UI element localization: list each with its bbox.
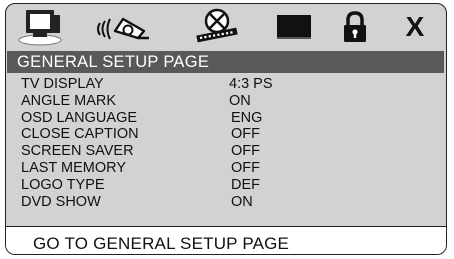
- setting-value: DEF: [231, 176, 260, 193]
- setting-label: OSD LANGUAGE: [21, 109, 138, 126]
- setting-label: SCREEN SAVER: [21, 143, 134, 160]
- general-setup-icon[interactable]: [18, 8, 68, 46]
- setting-label: CLOSE CAPTION: [21, 126, 139, 143]
- page-title: GENERAL SETUP PAGE: [7, 51, 444, 73]
- audio-setup-icon[interactable]: [94, 8, 154, 46]
- help-footer: GO TO GENERAL SETUP PAGE: [6, 226, 446, 254]
- setting-label: ANGLE MARK: [21, 92, 117, 109]
- exit-icon[interactable]: X: [400, 8, 430, 46]
- exit-label: X: [405, 11, 425, 42]
- setting-value: 4:3 PS: [229, 76, 273, 92]
- footer-hint: GO TO GENERAL SETUP PAGE: [33, 234, 290, 253]
- setting-label: DVD SHOW: [21, 193, 101, 210]
- setup-category-toolbar: X: [6, 4, 446, 49]
- setting-value: ENG: [231, 109, 263, 126]
- setting-value: OFF: [231, 159, 260, 176]
- setting-value: OFF: [231, 126, 260, 143]
- setting-label: LAST MEMORY: [21, 159, 127, 176]
- setting-value: ON: [231, 193, 253, 210]
- setting-label: TV DISPLAY: [21, 76, 104, 92]
- video-setup-icon[interactable]: [191, 8, 243, 46]
- setting-value: ON: [229, 92, 251, 109]
- setup-menu-panel: X GENERAL SETUP PAGE TV DISPLAY 4:3 PS A…: [5, 3, 447, 255]
- setting-value: OFF: [231, 143, 260, 160]
- display-setup-icon[interactable]: [272, 8, 318, 46]
- lock-icon[interactable]: [339, 8, 371, 46]
- setting-label: LOGO TYPE: [21, 176, 105, 193]
